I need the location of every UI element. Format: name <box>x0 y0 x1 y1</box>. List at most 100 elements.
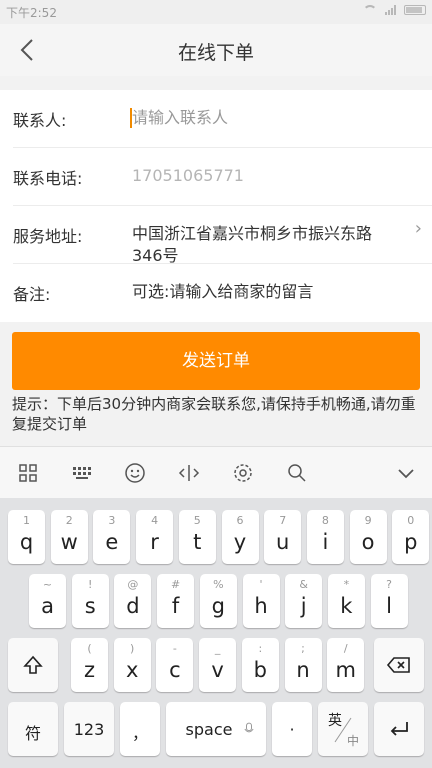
key-secondary-label: 1 <box>23 514 30 527</box>
key-n[interactable]: ; n <box>284 638 322 692</box>
key-label: 符 <box>24 724 41 743</box>
symbol-key[interactable]: 符 <box>8 702 58 756</box>
language-switch-key[interactable]: 英中 <box>318 702 368 756</box>
key-label: m <box>335 658 356 682</box>
key-label: j <box>300 594 307 618</box>
key-secondary-label: 3 <box>108 514 116 527</box>
key-b[interactable]: :b <box>241 638 279 692</box>
key-r[interactable]: 4r <box>136 510 174 564</box>
key-label: k <box>340 594 353 618</box>
submit-order-button[interactable]: 发送订单 <box>12 332 420 390</box>
shift-key[interactable] <box>8 638 58 692</box>
emoji-icon[interactable] <box>123 461 147 485</box>
key-secondary-label: % <box>213 578 224 591</box>
key-label: u <box>276 530 290 554</box>
number-key[interactable]: 123 <box>64 702 114 756</box>
settings-icon[interactable] <box>231 461 255 485</box>
address-row[interactable]: 服务地址: 中国浙江省嘉兴市桐乡市振兴东路346号 › <box>13 206 432 267</box>
key-y[interactable]: 6y <box>221 510 259 564</box>
key-z[interactable]: (z <box>71 638 108 692</box>
key-v[interactable]: _ v <box>199 638 237 692</box>
phone-row[interactable]: 联系电话: 17051065771 <box>13 148 432 206</box>
key-label: f <box>171 594 180 618</box>
key-e[interactable]: 3e <box>93 510 131 564</box>
address-value[interactable]: 中国浙江省嘉兴市桐乡市振兴东路346号 <box>132 223 392 267</box>
key-secondary-label: ; <box>301 642 305 655</box>
note-row[interactable]: 备注: 可选:请输入给商家的留言 <box>13 264 432 322</box>
enter-icon <box>390 722 408 736</box>
period-key[interactable]: · <box>272 702 312 756</box>
nav-bar: 在线下单 <box>0 24 432 76</box>
contact-placeholder: 请输入联系人 <box>132 108 229 127</box>
key-label: v <box>211 658 224 682</box>
lang-bottom-label: 中 <box>346 734 359 748</box>
key-label: i <box>322 530 329 554</box>
contact-input[interactable]: 请输入联系人 <box>130 107 392 129</box>
key-label: z <box>83 658 96 682</box>
note-input[interactable]: 可选:请输入给商家的留言 <box>132 281 392 303</box>
keyboard-icon[interactable] <box>70 461 94 485</box>
tip-text: 提示：下单后30分钟内商家会联系您,请保持手机畅通,请勿重复提交订单 <box>12 395 416 433</box>
contact-row[interactable]: 联系人: 请输入联系人 <box>13 90 432 148</box>
key-w[interactable]: 2w <box>50 510 88 564</box>
key-label: b <box>253 658 267 682</box>
enter-key[interactable] <box>374 702 424 756</box>
key-f[interactable]: # f <box>157 574 195 628</box>
grid-icon[interactable] <box>16 461 40 485</box>
key-secondary-label: * <box>343 578 350 591</box>
key-label: r <box>150 530 159 554</box>
key-secondary-label: @ <box>127 578 139 591</box>
key-secondary-label: 4 <box>151 514 159 527</box>
search-icon[interactable] <box>285 461 309 485</box>
text-cursor <box>130 108 132 128</box>
key-label: c <box>169 658 181 682</box>
key-label: n <box>296 658 310 682</box>
key-i[interactable]: 8i <box>306 510 344 564</box>
key-secondary-label: : <box>258 642 263 655</box>
key-secondary-label: 6 <box>236 514 244 527</box>
phone-label: 联系电话: <box>13 169 83 188</box>
chevron-right-icon: › <box>414 218 422 239</box>
key-l[interactable]: ? l <box>370 574 408 628</box>
key-g[interactable]: % g <box>199 574 237 628</box>
backspace-key[interactable] <box>374 638 424 692</box>
key-label: p <box>404 530 418 554</box>
backspace-icon <box>386 657 410 673</box>
key-a[interactable]: ~ a <box>29 574 66 628</box>
key-u[interactable]: 7u <box>264 510 302 564</box>
status-bar: 下午2:52 <box>0 0 432 24</box>
key-label: w <box>60 530 78 554</box>
key-m[interactable]: / m <box>327 638 365 692</box>
key-secondary-label: 5 <box>193 514 201 527</box>
collapse-keyboard-icon[interactable] <box>394 461 418 485</box>
key-q[interactable]: 1q <box>8 510 45 564</box>
order-form: 联系人: 请输入联系人 联系电话: 17051065771 服务地址: 中国浙江… <box>0 90 432 322</box>
key-d[interactable]: @ d <box>114 574 152 628</box>
space-key[interactable]: space <box>166 702 266 756</box>
key-label: 123 <box>73 720 105 739</box>
page-title: 在线下单 <box>177 42 254 64</box>
status-icons <box>363 5 426 15</box>
cursor-move-icon[interactable] <box>177 461 201 485</box>
phone-input[interactable]: 17051065771 <box>132 165 392 187</box>
key-secondary-label: 7 <box>279 514 287 527</box>
key-c[interactable]: -c <box>156 638 194 692</box>
key-t[interactable]: 5t <box>178 510 216 564</box>
key-h[interactable]: ' h <box>242 574 280 628</box>
key-o[interactable]: 9o <box>349 510 387 564</box>
key-p[interactable]: 0p <box>392 510 430 564</box>
key-secondary-label: ~ <box>42 578 53 591</box>
keyboard-toolbar <box>0 446 432 498</box>
key-k[interactable]: * k <box>327 574 365 628</box>
key-label: y <box>233 530 247 554</box>
key-label: s <box>84 594 96 618</box>
key-label: o <box>361 530 375 554</box>
key-label: g <box>211 594 225 618</box>
key-x[interactable]: ) x <box>113 638 151 692</box>
key-s[interactable]: ! s <box>71 574 109 628</box>
key-secondary-label: / <box>343 642 348 655</box>
key-label: t <box>193 530 202 554</box>
key-secondary-label: 9 <box>364 514 372 527</box>
key-j[interactable]: & j <box>285 574 323 628</box>
soft-keyboard: 1 q 2 w 3 e 4 r 5 t 6 y 7 u 8 i 9 o 0 p ~ a! s @ d # f% g ' h & j * k? l(z… <box>0 446 432 768</box>
